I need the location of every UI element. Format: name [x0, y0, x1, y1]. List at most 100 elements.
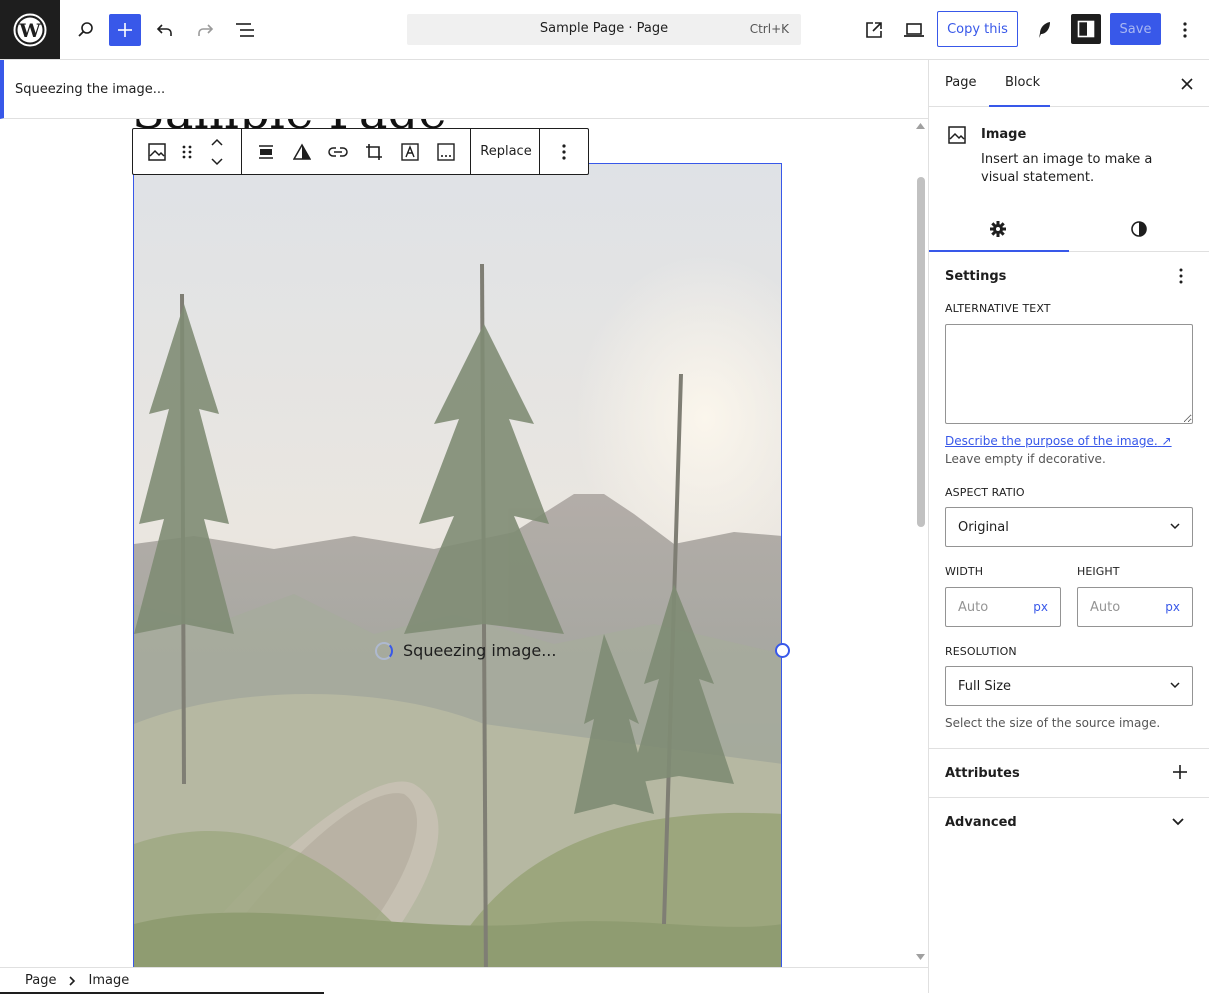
settings-heading: Settings [945, 269, 1007, 284]
external-link-icon [866, 22, 882, 38]
width-unit[interactable]: px [1033, 600, 1048, 614]
tab-page[interactable]: Page [945, 75, 976, 90]
tab-settings[interactable] [989, 220, 1007, 238]
height-unit[interactable]: px [1165, 600, 1180, 614]
height-input[interactable]: Auto px [1077, 587, 1193, 627]
block-card-description: Insert an image to make a visual stateme… [981, 152, 1153, 185]
notice-text: Squeezing the image... [15, 82, 166, 97]
advanced-panel-toggle[interactable]: Advanced [929, 797, 1209, 846]
alt-text-help: Leave empty if decorative. [945, 452, 1106, 466]
resolution-value: Full Size [958, 679, 1012, 694]
block-card-title: Image [981, 127, 1027, 142]
link-button[interactable] [326, 140, 350, 164]
aspect-ratio-label: ASPECT RATIO [945, 486, 1025, 499]
settings-options-button[interactable] [1178, 268, 1184, 284]
resolution-help: Select the size of the source image. [945, 716, 1161, 730]
redo-icon [198, 24, 214, 36]
preview-button[interactable] [898, 14, 930, 46]
aspect-ratio-value: Original [958, 520, 1009, 535]
drag-handle[interactable] [175, 140, 199, 164]
canvas-scrollbar[interactable] [913, 119, 928, 967]
close-sidebar-button[interactable] [1177, 74, 1197, 94]
squeezing-overlay: Squeezing image... [375, 641, 556, 660]
squeezing-text: Squeezing image... [403, 641, 557, 660]
settings-sidebar-toggle[interactable] [1071, 14, 1101, 44]
view-page-button[interactable] [858, 14, 890, 46]
resolution-label: RESOLUTION [945, 645, 1017, 658]
undo-button[interactable] [149, 14, 181, 46]
resolution-select[interactable]: Full Size [945, 666, 1193, 706]
command-shortcut: Ctrl+K [749, 22, 789, 36]
feather-icon [1039, 22, 1050, 38]
advanced-panel-title: Advanced [945, 815, 1017, 830]
scroll-thumb[interactable] [917, 177, 925, 527]
search-button[interactable] [70, 14, 102, 46]
alt-text-label: ALTERNATIVE TEXT [945, 302, 1051, 315]
sidebar-tabs: Page Block [929, 60, 1209, 107]
aspect-ratio-select[interactable]: Original [945, 507, 1193, 547]
landscape-image [134, 164, 781, 967]
drag-handle-icon [182, 145, 192, 159]
width-placeholder: Auto [958, 600, 989, 615]
align-button[interactable] [254, 140, 278, 164]
search-icon [78, 22, 93, 37]
sidebar-icon [1077, 20, 1095, 38]
width-input[interactable]: Auto px [945, 587, 1061, 627]
scroll-down-arrow-icon [916, 954, 925, 960]
editor-canvas[interactable]: Sample Page [0, 119, 913, 967]
resize-handle[interactable] [775, 643, 790, 658]
replace-button[interactable]: Replace [472, 129, 540, 174]
document-title: Sample Page · Page [539, 21, 669, 36]
crop-button[interactable] [362, 140, 386, 164]
duotone-button[interactable] [290, 140, 314, 164]
document-overview-button[interactable] [229, 14, 261, 46]
scroll-up-arrow-icon [916, 123, 925, 129]
styles-button[interactable] [1029, 14, 1061, 46]
chevron-down-icon [1172, 818, 1184, 826]
breadcrumb-item-image: Image [88, 973, 130, 988]
plus-icon [1173, 765, 1187, 779]
text-overlay-icon [401, 143, 419, 161]
list-view-icon [236, 23, 254, 37]
caption-button[interactable] [434, 140, 458, 164]
link-icon [328, 147, 348, 157]
more-vertical-icon [1179, 268, 1183, 284]
image-icon [148, 143, 166, 161]
chevron-right-icon [69, 975, 76, 986]
align-wide-icon [259, 145, 273, 159]
move-up-down-buttons[interactable] [205, 135, 229, 169]
plus-icon [118, 23, 132, 37]
svg-text:W: W [18, 20, 41, 42]
width-label: WIDTH [945, 565, 984, 578]
snackbar-notice: Squeezing the image... [0, 60, 928, 119]
crop-icon [366, 144, 382, 160]
external-link-icon: ↗ [1161, 434, 1172, 448]
contrast-icon [1131, 221, 1147, 237]
tab-block[interactable]: Block [1005, 75, 1040, 90]
settings-styles-tabs [929, 210, 1209, 252]
alt-text-field[interactable] [945, 324, 1193, 424]
image-icon [948, 126, 966, 144]
block-options-button[interactable] [552, 140, 576, 164]
options-button[interactable] [1169, 14, 1201, 46]
editor-header: W Sample Page · Page Ctrl+K Copy this Sa… [0, 0, 1209, 60]
command-palette-bar[interactable]: Sample Page · Page Ctrl+K [407, 14, 801, 45]
image-block[interactable] [133, 163, 782, 967]
text-overlay-button[interactable] [398, 140, 422, 164]
wordpress-logo-button[interactable]: W [0, 0, 60, 59]
height-label: HEIGHT [1077, 565, 1120, 578]
wordpress-icon: W [13, 13, 47, 46]
settings-sidebar: Page Block Image Insert an image to make… [928, 60, 1209, 993]
save-button[interactable]: Save [1110, 13, 1161, 45]
attributes-panel-title: Attributes [945, 766, 1020, 781]
add-block-button[interactable] [109, 14, 141, 46]
more-vertical-icon [1183, 22, 1187, 38]
block-type-button[interactable] [145, 140, 169, 164]
undo-icon [156, 24, 172, 36]
redo-button[interactable] [189, 14, 221, 46]
copy-button[interactable]: Copy this [937, 11, 1018, 47]
attributes-panel-toggle[interactable]: Attributes [929, 748, 1209, 797]
tab-styles[interactable] [1130, 220, 1148, 238]
alt-text-help-link[interactable]: Describe the purpose of the image. ↗ [945, 434, 1172, 448]
breadcrumb-item-page[interactable]: Page [25, 973, 56, 988]
